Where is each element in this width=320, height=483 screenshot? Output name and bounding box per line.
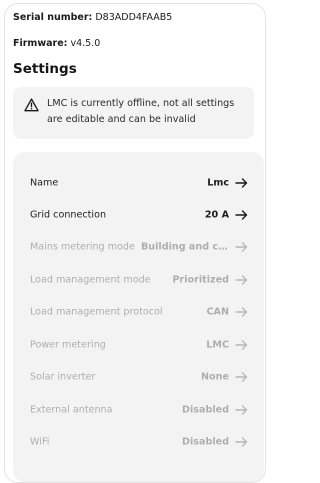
settings-list: Name Lmc Grid connection 20 A Mains mete… — [13, 152, 264, 482]
settings-row-external-antenna[interactable]: External antenna Disabled — [13, 393, 264, 427]
settings-row-power-metering[interactable]: Power metering LMC — [13, 328, 264, 362]
arrow-right-icon — [235, 437, 248, 447]
settings-row-name[interactable]: Name Lmc — [13, 166, 264, 200]
arrow-right-icon — [235, 178, 248, 188]
setting-value: Lmc — [207, 177, 229, 189]
setting-value: LMC — [206, 339, 229, 351]
setting-label: Solar inverter — [30, 371, 96, 383]
setting-value: None — [201, 371, 229, 383]
arrow-right-icon — [235, 340, 248, 350]
setting-label: Power metering — [30, 339, 106, 351]
serial-number: Serial number: D83ADD4FAAB5 — [13, 12, 172, 23]
setting-label: Name — [30, 177, 59, 189]
setting-value: 20 A — [204, 209, 229, 221]
setting-value: CAN — [206, 306, 230, 318]
setting-label: External antenna — [30, 404, 113, 416]
settings-row-solar-inverter[interactable]: Solar inverter None — [13, 360, 264, 394]
firmware-version: Firmware: v4.5.0 — [13, 38, 100, 49]
settings-row-load-management-mode[interactable]: Load management mode Prioritized — [13, 263, 264, 297]
offline-notice: LMC is currently offline, not all settin… — [13, 87, 254, 139]
firmware-label: Firmware: — [13, 38, 68, 49]
firmware-value: v4.5.0 — [70, 38, 101, 49]
arrow-right-icon — [235, 307, 248, 317]
setting-value: Disabled — [182, 436, 229, 448]
arrow-right-icon — [235, 372, 248, 382]
arrow-right-icon — [235, 405, 248, 415]
setting-value: Prioritized — [172, 274, 230, 286]
offline-notice-text: LMC is currently offline, not all settin… — [47, 98, 235, 125]
setting-value: Building and c... — [141, 241, 229, 253]
setting-value: Disabled — [182, 404, 229, 416]
warning-icon — [24, 98, 39, 112]
setting-label: Grid connection — [30, 209, 107, 221]
arrow-right-icon — [235, 275, 248, 285]
serial-number-label: Serial number: — [13, 12, 93, 23]
settings-row-load-management-protocol[interactable]: Load management protocol CAN — [13, 295, 264, 329]
serial-number-value: D83ADD4FAAB5 — [95, 12, 173, 23]
setting-label: Load management protocol — [30, 306, 163, 318]
arrow-right-icon — [235, 242, 248, 252]
setting-label: Load management mode — [30, 274, 151, 286]
setting-label: Mains metering mode — [30, 241, 135, 253]
setting-label: WiFi — [30, 436, 50, 448]
settings-row-mains-metering-mode[interactable]: Mains metering mode Building and c... — [13, 230, 264, 264]
settings-row-wifi[interactable]: WiFi Disabled — [13, 425, 264, 459]
arrow-right-icon — [235, 210, 248, 220]
settings-row-grid-connection[interactable]: Grid connection 20 A — [13, 198, 264, 232]
settings-title: Settings — [13, 61, 77, 77]
